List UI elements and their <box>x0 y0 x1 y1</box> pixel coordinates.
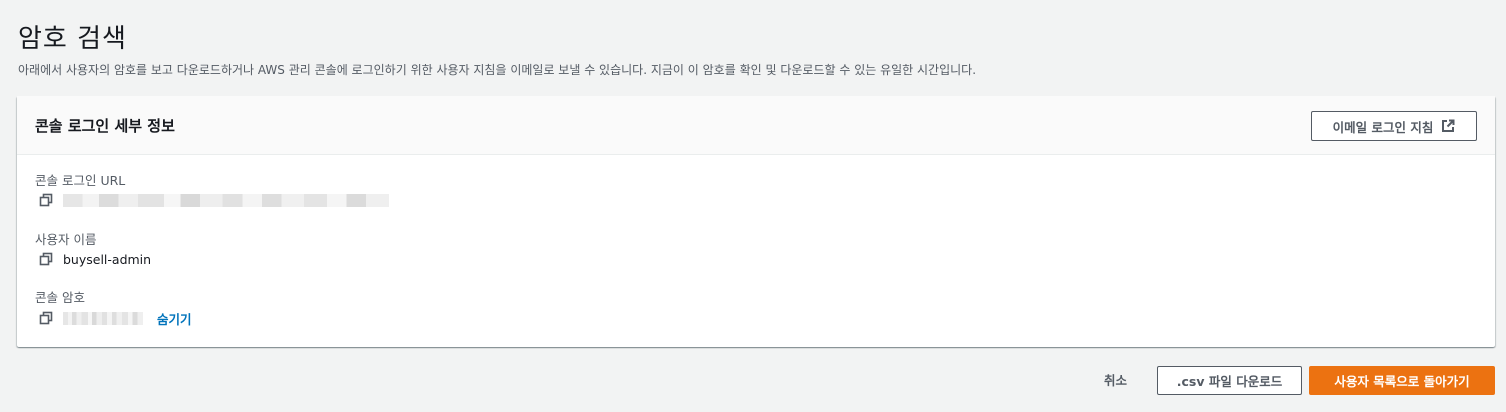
download-csv-button[interactable]: .csv 파일 다운로드 <box>1157 366 1302 395</box>
return-to-users-list-label: 사용자 목록으로 돌아가기 <box>1334 374 1470 389</box>
console-password-row: 숨기기 <box>39 308 192 328</box>
console-password-value-redacted <box>63 311 143 325</box>
hide-password-link[interactable]: 숨기기 <box>157 309 192 328</box>
username-value: buysell-admin <box>63 251 152 267</box>
console-login-details-panel: 콘솔 로그인 세부 정보 이메일 로그인 지침 콘솔 로그인 URL 사용자 이… <box>17 96 1495 347</box>
return-to-users-list-button[interactable]: 사용자 목록으로 돌아가기 <box>1309 366 1495 395</box>
console-login-url-label: 콘솔 로그인 URL <box>35 173 126 188</box>
console-login-url-value-redacted <box>63 193 389 207</box>
console-password-label: 콘솔 암호 <box>35 290 85 305</box>
username-row: buysell-admin <box>39 249 151 269</box>
console-login-url-row <box>39 190 389 210</box>
panel-title: 콘솔 로그인 세부 정보 <box>35 117 175 135</box>
copy-icon[interactable] <box>39 193 53 207</box>
copy-icon[interactable] <box>39 311 53 325</box>
copy-icon[interactable] <box>39 252 53 266</box>
email-login-instructions-button[interactable]: 이메일 로그인 지침 <box>1311 111 1477 141</box>
external-link-icon <box>1442 119 1455 132</box>
download-csv-label: .csv 파일 다운로드 <box>1176 374 1283 389</box>
username-label: 사용자 이름 <box>35 232 97 247</box>
email-button-label: 이메일 로그인 지침 <box>1332 119 1434 135</box>
page-description: 아래에서 사용자의 암호를 보고 다운로드하거나 AWS 관리 콘솔에 로그인하… <box>18 63 977 77</box>
page-title: 암호 검색 <box>18 24 127 54</box>
cancel-button[interactable]: 취소 <box>1104 370 1127 389</box>
panel-header: 콘솔 로그인 세부 정보 이메일 로그인 지침 <box>17 96 1495 155</box>
